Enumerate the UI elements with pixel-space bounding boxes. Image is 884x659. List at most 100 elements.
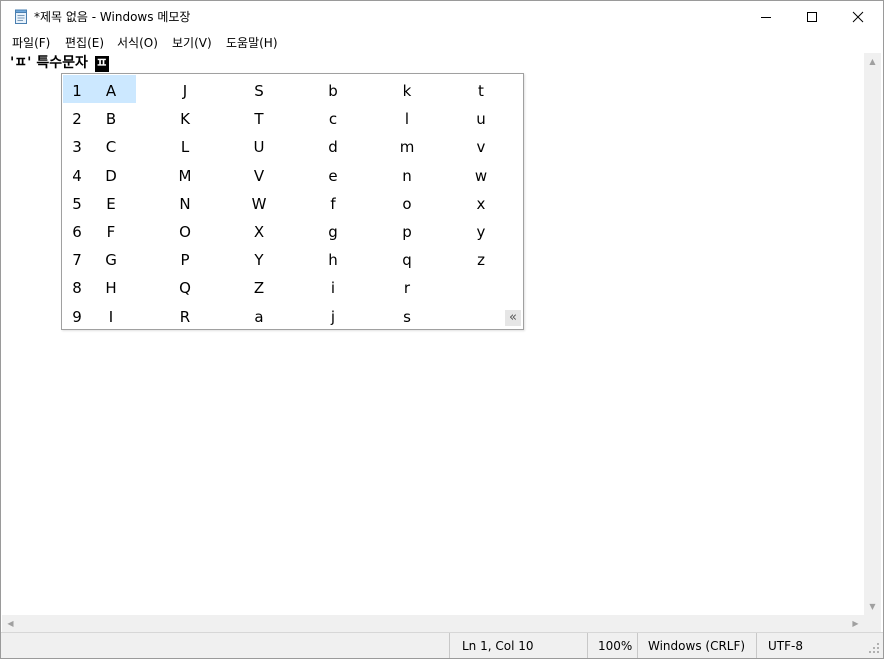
status-cursor-position: Ln 1, Col 10 bbox=[462, 639, 534, 653]
candidate-item[interactable]: K bbox=[170, 109, 200, 129]
scroll-left-arrow-icon[interactable]: ◀ bbox=[2, 615, 19, 632]
candidate-item[interactable]: Z bbox=[244, 278, 274, 298]
candidate-item[interactable]: g bbox=[318, 222, 348, 242]
candidate-item[interactable]: x bbox=[466, 194, 496, 214]
candidate-row: 6F O Xg p y bbox=[62, 218, 523, 246]
candidate-item[interactable]: m bbox=[392, 137, 422, 157]
candidate-item[interactable]: X bbox=[244, 222, 274, 242]
candidate-index: 4 bbox=[72, 166, 82, 185]
status-divider bbox=[637, 633, 638, 658]
candidate-item[interactable]: c bbox=[318, 109, 348, 129]
close-button[interactable] bbox=[835, 1, 881, 33]
scroll-down-arrow-icon[interactable]: ▼ bbox=[864, 598, 881, 615]
candidate-index: 7 bbox=[72, 251, 82, 270]
candidate-item[interactable]: q bbox=[392, 250, 422, 270]
menu-edit[interactable]: 편집(E) bbox=[65, 35, 104, 51]
candidate-item[interactable]: p bbox=[392, 222, 422, 242]
candidate-item[interactable]: R bbox=[170, 307, 200, 327]
candidate-item[interactable]: y bbox=[466, 222, 496, 242]
candidate-item[interactable]: s bbox=[392, 307, 422, 327]
scrollbar-corner bbox=[864, 615, 881, 632]
title-bar[interactable]: *제목 없음 - Windows 메모장 bbox=[1, 1, 883, 33]
candidate-index: 8 bbox=[72, 279, 82, 298]
candidate-item[interactable]: t bbox=[466, 81, 496, 101]
menu-bar: 파일(F) 편집(E) 서식(O) 보기(V) 도움말(H) bbox=[1, 33, 883, 53]
candidate-item[interactable]: e bbox=[318, 166, 348, 186]
candidate-item[interactable]: k bbox=[392, 81, 422, 101]
maximize-icon bbox=[807, 12, 817, 22]
vertical-scrollbar[interactable]: ▲ ▼ bbox=[864, 53, 881, 615]
candidate-index: 9 bbox=[72, 307, 82, 326]
menu-format[interactable]: 서식(O) bbox=[117, 35, 158, 51]
candidate-item[interactable]: A bbox=[96, 81, 126, 101]
window-title: *제목 없음 - Windows 메모장 bbox=[34, 10, 191, 24]
status-zoom: 100% bbox=[598, 639, 633, 653]
candidate-item[interactable]: u bbox=[466, 109, 496, 129]
candidate-item[interactable]: E bbox=[96, 194, 126, 214]
ime-composing-char: ㅍ bbox=[94, 56, 109, 72]
candidate-item[interactable]: M bbox=[170, 166, 200, 186]
candidate-item[interactable]: P bbox=[170, 250, 200, 270]
scroll-right-arrow-icon[interactable]: ▶ bbox=[847, 615, 864, 632]
candidate-item[interactable]: o bbox=[392, 194, 422, 214]
candidate-item[interactable]: V bbox=[244, 166, 274, 186]
candidate-item[interactable]: Q bbox=[170, 278, 200, 298]
candidate-index: 3 bbox=[72, 138, 82, 157]
minimize-icon bbox=[761, 17, 771, 18]
candidate-row: 7G P Yh q z bbox=[62, 246, 523, 274]
candidate-item[interactable]: L bbox=[170, 137, 200, 157]
ime-candidate-window: 1A J Sb k t 2B K Tc l u 3C L Ud m v 4D M Ve n w 5E N Wf o x 6F O Xg… bbox=[61, 73, 524, 330]
maximize-button[interactable] bbox=[789, 1, 835, 33]
candidate-row: 1A J Sb k t bbox=[62, 77, 523, 105]
status-divider bbox=[587, 633, 588, 658]
candidate-item[interactable]: H bbox=[96, 278, 126, 298]
candidate-item[interactable]: i bbox=[318, 278, 348, 298]
candidate-item[interactable]: w bbox=[466, 166, 496, 186]
candidate-item[interactable]: z bbox=[466, 250, 496, 270]
candidate-item[interactable]: d bbox=[318, 137, 348, 157]
candidate-item[interactable]: Y bbox=[244, 250, 274, 270]
candidate-item[interactable]: b bbox=[318, 81, 348, 101]
candidate-item[interactable]: B bbox=[96, 109, 126, 129]
scroll-up-arrow-icon[interactable]: ▲ bbox=[864, 53, 881, 70]
minimize-button[interactable] bbox=[743, 1, 789, 33]
candidate-item[interactable]: a bbox=[244, 307, 274, 327]
menu-help[interactable]: 도움말(H) bbox=[226, 35, 278, 51]
candidate-index: 6 bbox=[72, 223, 82, 241]
candidate-item[interactable]: I bbox=[96, 307, 126, 327]
notepad-window: *제목 없음 - Windows 메모장 파일(F) 편집(E) 서식(O) 보… bbox=[0, 0, 884, 659]
candidate-item[interactable]: T bbox=[244, 109, 274, 129]
candidate-item[interactable]: O bbox=[170, 222, 200, 242]
candidate-item[interactable]: U bbox=[244, 137, 274, 157]
candidate-item[interactable]: D bbox=[96, 166, 126, 186]
resize-grip-icon[interactable] bbox=[867, 641, 881, 655]
candidate-item[interactable]: f bbox=[318, 194, 348, 214]
horizontal-scrollbar[interactable]: ◀ ▶ bbox=[2, 615, 864, 632]
candidate-item[interactable]: S bbox=[244, 81, 274, 101]
candidate-row: 9I Ra j s bbox=[62, 303, 523, 331]
editor-text: 'ㅍ' 특수문자 bbox=[10, 55, 93, 71]
candidate-item[interactable]: n bbox=[392, 166, 422, 186]
candidate-item[interactable]: l bbox=[392, 109, 422, 129]
candidate-item[interactable]: r bbox=[392, 278, 422, 298]
candidate-row: 3C L Ud m v bbox=[62, 133, 523, 161]
candidate-row: 4D M Ve n w bbox=[62, 162, 523, 190]
candidate-item[interactable]: G bbox=[96, 250, 126, 270]
status-encoding: UTF-8 bbox=[768, 639, 803, 653]
candidate-item[interactable]: F bbox=[96, 222, 126, 242]
candidate-item[interactable]: j bbox=[318, 307, 348, 327]
menu-view[interactable]: 보기(V) bbox=[172, 35, 212, 51]
candidate-item[interactable]: C bbox=[96, 137, 126, 157]
candidate-item[interactable]: v bbox=[466, 137, 496, 157]
candidate-item[interactable]: h bbox=[318, 250, 348, 270]
candidate-item[interactable]: N bbox=[170, 194, 200, 214]
menu-file[interactable]: 파일(F) bbox=[12, 35, 50, 51]
status-divider bbox=[756, 633, 757, 658]
expand-candidates-button[interactable]: « bbox=[505, 310, 521, 326]
candidate-index: 1 bbox=[72, 82, 82, 100]
candidate-item[interactable]: J bbox=[170, 81, 200, 101]
status-line-ending: Windows (CRLF) bbox=[648, 639, 746, 653]
close-icon bbox=[852, 11, 864, 23]
double-chevron-left-icon: « bbox=[509, 310, 517, 325]
candidate-item[interactable]: W bbox=[244, 194, 274, 214]
